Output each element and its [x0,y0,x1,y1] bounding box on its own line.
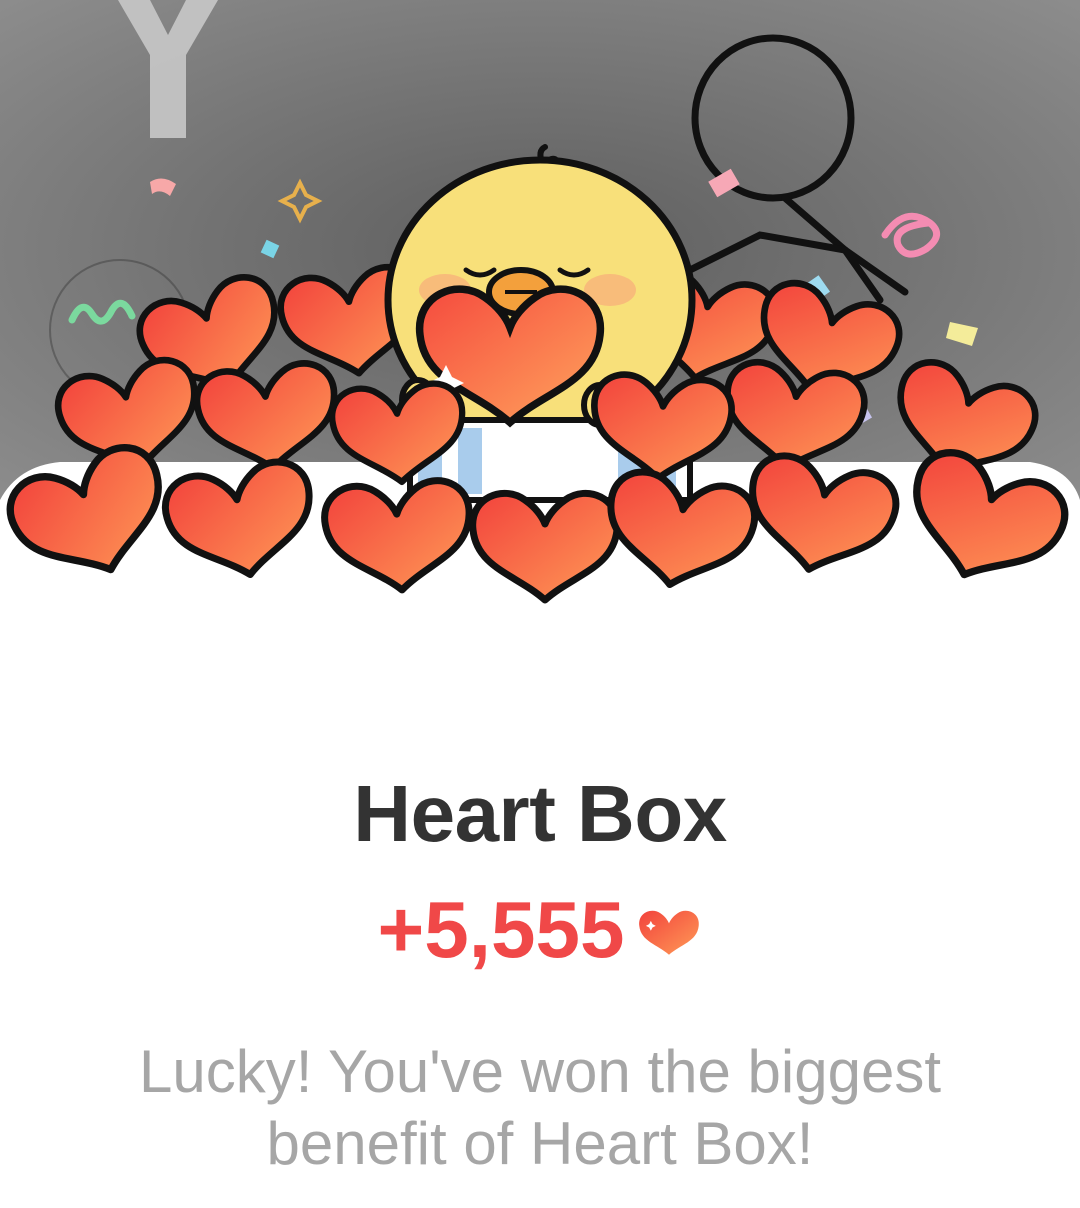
reward-row: +5,555 [0,890,1080,970]
heart-box-result-screen: Heart Box +5,555 Lucky! You've won the b… [0,0,1080,1208]
chick-in-hearts-illustration [0,0,1080,650]
heart-icon [636,901,702,968]
reward-amount: +5,555 [377,885,625,974]
page-title: Heart Box [353,769,727,858]
heart-box-illustration [0,0,1080,650]
result-message: Lucky! You've won the biggest benefit of… [138,1038,942,1177]
